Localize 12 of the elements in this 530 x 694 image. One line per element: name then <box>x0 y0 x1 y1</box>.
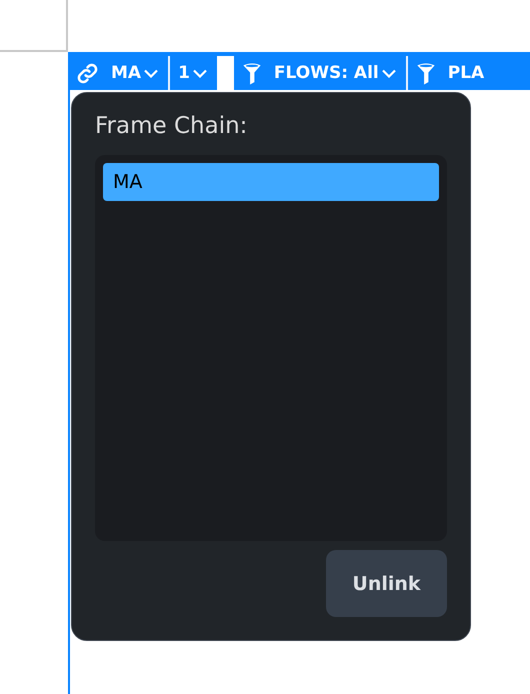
toolbar-dropdown[interactable]: MA <box>68 52 168 90</box>
funnel-icon <box>242 62 262 84</box>
popup-title: Frame Chain: <box>95 113 248 139</box>
toolbar-dropdown[interactable]: FLOWS: All <box>234 52 406 90</box>
grid-corner <box>0 0 68 52</box>
link-icon <box>76 62 99 84</box>
funnel-icon <box>416 62 436 84</box>
blank-swatch <box>216 56 234 90</box>
chain-item[interactable]: MA <box>103 163 439 201</box>
unlink-button[interactable]: Unlink <box>326 550 447 617</box>
toolbar-dropdown[interactable]: PLA <box>408 52 494 90</box>
toolbar-dropdown[interactable]: 1 <box>170 52 217 90</box>
